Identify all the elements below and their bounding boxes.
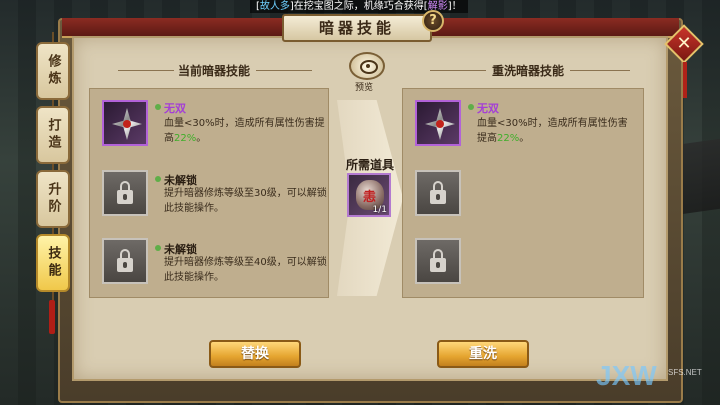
lock-icon — [430, 249, 446, 272]
reroll-desc-value: 22% — [497, 133, 520, 144]
lock-icon — [430, 181, 446, 204]
title-decoration — [118, 70, 174, 71]
window-title: 暗器技能 — [282, 14, 432, 42]
skill-slot-1[interactable] — [102, 100, 148, 146]
title-decoration — [430, 70, 486, 71]
item-count: 1/1 — [372, 205, 387, 215]
item-glyph: 恚 — [363, 190, 377, 205]
lock-icon — [117, 181, 133, 204]
site-watermark-url: SFS.NET — [668, 368, 702, 377]
tab-tassel — [49, 300, 55, 334]
skill-1-desc: 血量<30%时，造成所有属性伤害提高22%。 — [164, 116, 332, 146]
current-skills-title: 当前暗器技能 — [178, 64, 251, 78]
tab-upgrade[interactable]: 升阶 — [36, 170, 70, 228]
help-button[interactable]: ? — [422, 10, 444, 32]
tab-skill[interactable]: 技能 — [36, 234, 70, 292]
skill-slot-3[interactable] — [102, 238, 148, 284]
close-tassel — [683, 62, 687, 98]
title-decoration — [570, 70, 630, 71]
hidden-weapon-gem — [123, 120, 131, 128]
skill-2-desc: 提升暗器修炼等级至30级，可以解锁此技能操作。 — [164, 188, 327, 214]
hidden-weapon-gem — [436, 120, 444, 128]
close-icon: ✕ — [676, 33, 692, 54]
announce-text: ]在挖宝图之际，机缘巧合获得[ — [289, 1, 428, 12]
reroll-desc-end: 。 — [519, 133, 530, 144]
skill-bullet — [155, 245, 161, 251]
preview-label: 预览 — [355, 83, 374, 93]
announce-player-name[interactable]: 故人多 — [260, 1, 290, 12]
reroll-skills-title: 重洗暗器技能 — [492, 64, 565, 78]
skill-1-desc-value: 22% — [174, 133, 197, 144]
reroll-slot-3[interactable] — [415, 238, 461, 284]
skill-1-name: 无双 — [164, 102, 186, 115]
skill-1-desc-end: 。 — [196, 133, 207, 144]
skill-slot-2[interactable] — [102, 170, 148, 216]
skill-3-desc: 提升暗器修炼等级至40级，可以解锁此技能操作。 — [164, 257, 327, 283]
announce-suffix: ]！ — [447, 1, 462, 12]
site-watermark-logo: JXW — [596, 360, 657, 391]
required-item-slot[interactable]: 恚 1/1 — [347, 173, 391, 217]
reroll-skill-desc: 血量<30%时，造成所有属性伤害提高22%。 — [477, 116, 637, 146]
tab-cultivate[interactable]: 修炼 — [36, 42, 70, 100]
reroll-skill-name: 无双 — [477, 102, 499, 115]
replace-button[interactable]: 替换 — [209, 340, 301, 368]
title-decoration — [256, 70, 312, 71]
reroll-button[interactable]: 重洗 — [437, 340, 529, 368]
skill-bullet — [155, 176, 161, 182]
lock-icon — [117, 249, 133, 272]
preview-eye-icon[interactable] — [349, 52, 385, 80]
required-items-label: 所需道具 — [346, 158, 395, 172]
tab-forge[interactable]: 打造 — [36, 106, 70, 164]
skill-bullet — [468, 104, 474, 110]
reroll-slot-1[interactable] — [415, 100, 461, 146]
reroll-slot-2[interactable] — [415, 170, 461, 216]
skill-bullet — [155, 104, 161, 110]
